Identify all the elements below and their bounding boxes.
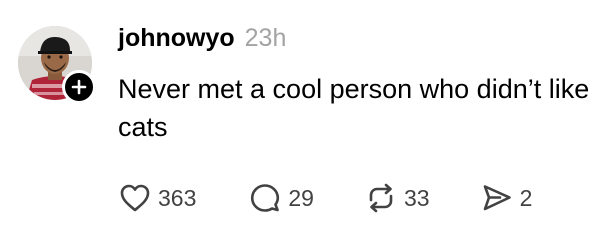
speech-bubble-icon (246, 179, 284, 217)
timestamp[interactable]: 23h (245, 24, 287, 53)
repost-count: 33 (403, 184, 430, 211)
share-button[interactable]: 2 (478, 179, 533, 217)
avatar-container (18, 26, 96, 104)
post-text: Never met a cool person who didn’t like … (118, 74, 590, 142)
send-icon (478, 179, 516, 217)
share-count: 2 (519, 184, 533, 211)
heart-icon (116, 179, 154, 217)
follow-button[interactable] (62, 70, 96, 104)
post-card: johnowyo 23h Never met a cool person who… (0, 0, 600, 243)
repost-arrows-icon (362, 179, 400, 217)
reply-count: 29 (288, 184, 314, 211)
like-button[interactable]: 363 (116, 179, 196, 217)
action-bar: 363 29 33 2 (116, 178, 532, 218)
plus-icon (71, 79, 87, 95)
repost-button[interactable]: 33 (362, 179, 430, 217)
like-count: 363 (158, 184, 197, 211)
reply-button[interactable]: 29 (246, 179, 314, 217)
username[interactable]: johnowyo (118, 24, 235, 53)
post-header: johnowyo 23h (118, 24, 286, 64)
